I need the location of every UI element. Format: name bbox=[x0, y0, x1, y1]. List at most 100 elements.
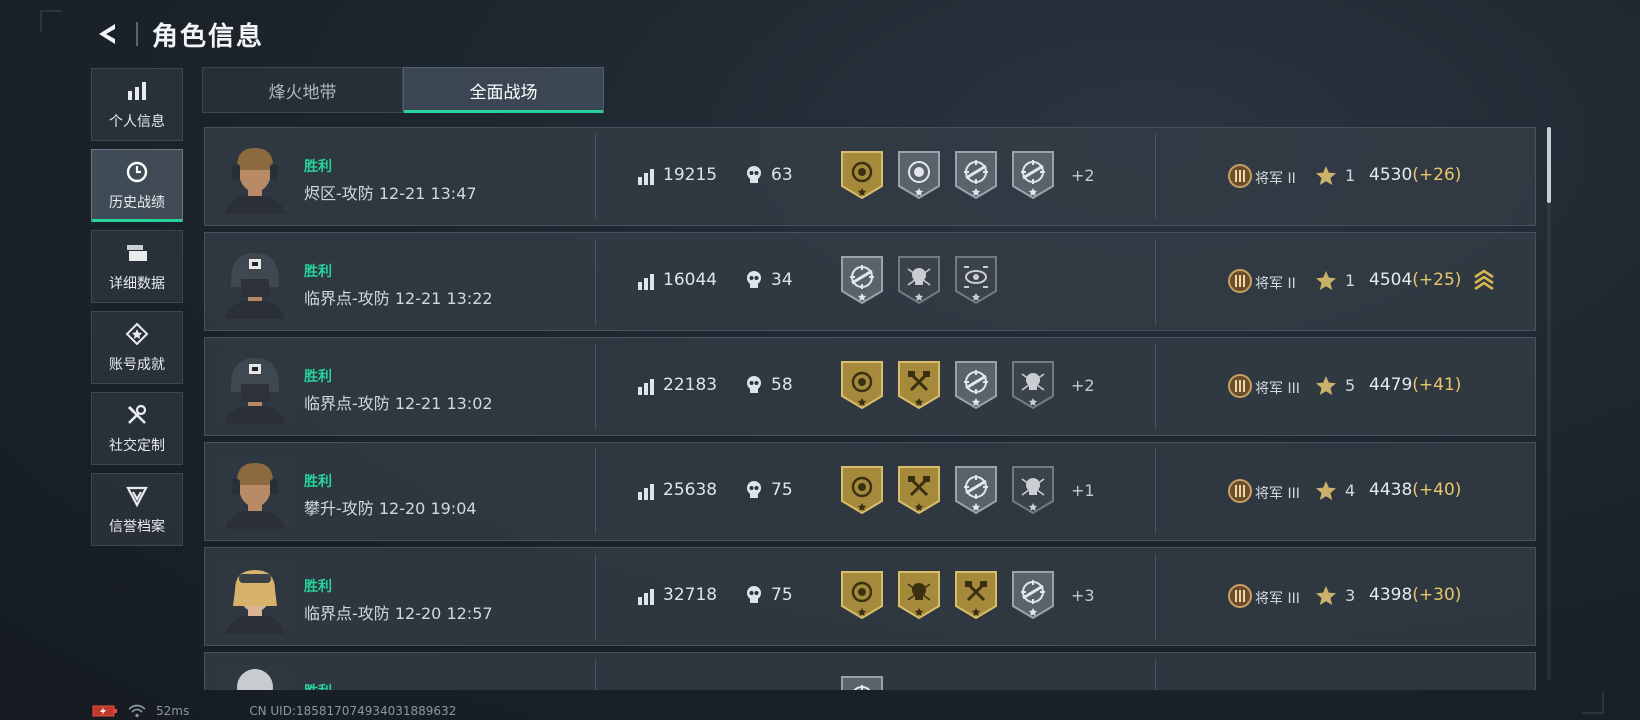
list-scrollbar[interactable] bbox=[1547, 127, 1551, 680]
gold-skull-medal-icon[interactable] bbox=[896, 570, 942, 620]
star-icon bbox=[1315, 270, 1337, 296]
soldier-blond-avatar bbox=[219, 455, 291, 529]
sidebar-item-label: 个人信息 bbox=[109, 113, 165, 130]
page-header: 角色信息 bbox=[92, 14, 264, 54]
points-value: 4479 bbox=[1369, 375, 1413, 395]
rank-emblem-icon bbox=[1227, 268, 1253, 298]
sidebar-item-1[interactable]: 历史战绩 bbox=[91, 149, 183, 222]
sidebar-item-0[interactable]: 个人信息 bbox=[91, 68, 183, 141]
row-divider bbox=[595, 344, 596, 429]
match-score: 22183 bbox=[663, 375, 718, 395]
match-kills: 34 bbox=[771, 270, 793, 290]
gold-axes-medal-icon[interactable] bbox=[896, 360, 942, 410]
match-row[interactable]: 胜利 临界点-攻防 12-21 13:02 22183 58 +2 将军 III 5 4479… bbox=[204, 337, 1536, 436]
sidebar: 个人信息历史战绩详细数据账号成就社交定制信誉档案 bbox=[91, 68, 183, 546]
silver-target-medal-icon[interactable] bbox=[896, 150, 942, 200]
gold-axes-medal-icon[interactable] bbox=[896, 465, 942, 515]
clock-icon bbox=[124, 160, 150, 184]
gold-wreath-medal-icon[interactable] bbox=[839, 360, 885, 410]
dark-skull-medal-icon[interactable] bbox=[1010, 465, 1056, 515]
gold-wreath-medal-icon[interactable] bbox=[839, 465, 885, 515]
sidebar-item-label: 社交定制 bbox=[109, 437, 165, 454]
medal-list: +2 bbox=[839, 150, 1095, 200]
soldier-helmet-avatar bbox=[219, 245, 291, 319]
silver-rifle-medal-icon[interactable] bbox=[953, 150, 999, 200]
sidebar-item-4[interactable]: 社交定制 bbox=[91, 392, 183, 465]
star-count: 1 bbox=[1345, 271, 1356, 290]
star-icon bbox=[1315, 585, 1337, 611]
rank-name: 将军 II bbox=[1255, 171, 1296, 187]
row-divider bbox=[1155, 449, 1156, 534]
match-row[interactable]: 胜利 临界点-攻防 12-20 12:57 32718 75 +3 将军 III 3 4398… bbox=[204, 547, 1536, 646]
gold-wreath-medal-icon[interactable] bbox=[839, 570, 885, 620]
page-title: 角色信息 bbox=[152, 21, 265, 52]
match-result: 胜利 bbox=[304, 264, 332, 280]
star-icon bbox=[1315, 480, 1337, 506]
gold-wreath-medal-icon[interactable] bbox=[839, 150, 885, 200]
extra-medal-count: +2 bbox=[1071, 165, 1095, 185]
scrollbar-thumb[interactable] bbox=[1547, 127, 1551, 203]
row-divider bbox=[1155, 134, 1156, 219]
rank-points: 4504(+25) bbox=[1369, 270, 1461, 290]
gold-axes-medal-icon[interactable] bbox=[953, 570, 999, 620]
rank-points: 4438(+40) bbox=[1369, 480, 1461, 500]
points-value: 4438 bbox=[1369, 480, 1413, 500]
row-divider bbox=[595, 449, 596, 534]
silver-rifle-medal-icon[interactable] bbox=[953, 465, 999, 515]
shield-v-icon bbox=[124, 484, 150, 508]
points-delta: (+25) bbox=[1412, 270, 1462, 290]
star-count: 4 bbox=[1345, 481, 1356, 500]
back-arrow-icon bbox=[99, 24, 115, 44]
match-result: 胜利 bbox=[304, 579, 332, 595]
sidebar-item-label: 信誉档案 bbox=[109, 518, 165, 535]
silver-rifle-medal-icon[interactable] bbox=[839, 675, 885, 690]
match-row[interactable]: 胜利 bbox=[204, 652, 1536, 690]
silver-rifle-medal-icon[interactable] bbox=[1010, 150, 1056, 200]
score-icon bbox=[637, 273, 655, 295]
points-value: 4504 bbox=[1369, 270, 1413, 290]
sidebar-item-5[interactable]: 信誉档案 bbox=[91, 473, 183, 546]
corner-frame-mark bbox=[1582, 692, 1604, 714]
match-row[interactable]: 胜利 攀升-攻防 12-20 19:04 25638 75 +1 将军 III 4 4438(… bbox=[204, 442, 1536, 541]
tab-1[interactable]: 全面战场 bbox=[403, 67, 604, 113]
medal-list bbox=[839, 255, 999, 305]
match-kills: 63 bbox=[771, 165, 793, 185]
points-value: 4398 bbox=[1369, 585, 1413, 605]
rank-up-chevron-icon bbox=[1473, 267, 1495, 297]
row-divider bbox=[1155, 239, 1156, 324]
dark-skull-medal-icon[interactable] bbox=[1010, 360, 1056, 410]
match-row[interactable]: 胜利 烬区-攻防 12-21 13:47 19215 63 +2 将军 II 1 4530(+… bbox=[204, 127, 1536, 226]
medal-list bbox=[839, 675, 885, 690]
rank-name: 将军 III bbox=[1255, 381, 1300, 397]
sidebar-item-label: 历史战绩 bbox=[109, 194, 165, 211]
dark-skull-medal-icon[interactable] bbox=[896, 255, 942, 305]
extra-medal-count: +3 bbox=[1071, 585, 1095, 605]
silver-rifle-medal-icon[interactable] bbox=[1010, 570, 1056, 620]
medal-list: +1 bbox=[839, 465, 1095, 515]
sidebar-item-3[interactable]: 账号成就 bbox=[91, 311, 183, 384]
rank-emblem-icon bbox=[1227, 373, 1253, 403]
silver-rifle-medal-icon[interactable] bbox=[953, 360, 999, 410]
dark-eye-medal-icon[interactable] bbox=[953, 255, 999, 305]
ping-value: 52ms bbox=[156, 704, 190, 718]
match-score: 16044 bbox=[663, 270, 718, 290]
silver-rifle-medal-icon[interactable] bbox=[839, 255, 885, 305]
back-button[interactable] bbox=[92, 19, 122, 49]
row-divider bbox=[595, 554, 596, 639]
match-result: 胜利 bbox=[304, 369, 332, 385]
row-divider bbox=[1155, 554, 1156, 639]
mode-tabs: 烽火地带 全面战场 bbox=[202, 67, 604, 113]
rank-points: 4530(+26) bbox=[1369, 165, 1461, 185]
score-icon bbox=[637, 168, 655, 190]
header-separator bbox=[136, 22, 138, 46]
rank-name: 将军 III bbox=[1255, 486, 1300, 502]
match-row[interactable]: 胜利 临界点-攻防 12-21 13:22 16044 34 将军 II 1 4504(+2… bbox=[204, 232, 1536, 331]
row-divider bbox=[1155, 344, 1156, 429]
star-count: 1 bbox=[1345, 166, 1356, 185]
tab-0[interactable]: 烽火地带 bbox=[202, 67, 403, 113]
skull-icon bbox=[745, 585, 763, 609]
sidebar-item-2[interactable]: 详细数据 bbox=[91, 230, 183, 303]
row-divider bbox=[595, 134, 596, 219]
medal-list: +3 bbox=[839, 570, 1095, 620]
rank-emblem-icon bbox=[1227, 163, 1253, 193]
